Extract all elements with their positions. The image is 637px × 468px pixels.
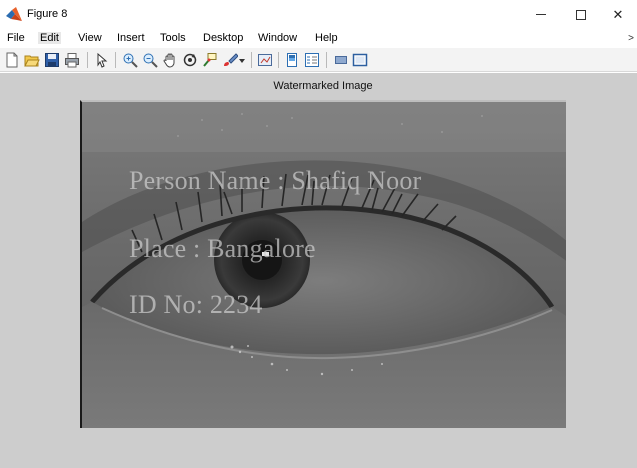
minimize-button[interactable] <box>521 0 561 29</box>
menu-bar: File Edit View Insert Tools Desktop Wind… <box>0 29 637 48</box>
close-button[interactable]: ✕ <box>598 0 637 29</box>
window-title: Figure 8 <box>27 8 68 20</box>
brush-icon[interactable] <box>222 52 238 68</box>
minimize-icon <box>536 14 546 15</box>
save-figure-icon[interactable] <box>44 52 60 68</box>
show-plot-tools-icon[interactable] <box>352 52 368 68</box>
watermarked-eye-image: Person Name : Shafiq Noor Place : Bangal… <box>80 100 566 428</box>
toolbar-separator <box>326 52 327 68</box>
zoom-in-icon[interactable] <box>122 52 138 68</box>
link-plot-icon[interactable] <box>257 52 273 68</box>
menu-edit[interactable]: Edit <box>38 32 61 44</box>
watermark-person-name: Person Name : Shafiq Noor <box>129 166 422 195</box>
rotate-3d-icon[interactable] <box>182 52 198 68</box>
brush-dropdown-icon[interactable] <box>238 52 246 68</box>
toolbar-separator <box>115 52 116 68</box>
data-cursor-icon[interactable] <box>202 52 218 68</box>
menu-desktop[interactable]: Desktop <box>203 32 243 44</box>
menu-view[interactable]: View <box>78 32 102 44</box>
maximize-icon <box>576 9 586 20</box>
toolbar-separator <box>251 52 252 68</box>
toolbar-separator <box>278 52 279 68</box>
print-figure-icon[interactable] <box>64 52 80 68</box>
insert-legend-icon[interactable] <box>304 52 320 68</box>
toolbar-separator <box>87 52 88 68</box>
pan-icon[interactable] <box>162 52 178 68</box>
menu-file[interactable]: File <box>7 32 25 44</box>
menu-help[interactable]: Help <box>315 32 338 44</box>
matlab-logo-icon <box>6 7 22 21</box>
hide-plot-tools-icon[interactable] <box>333 52 349 68</box>
edit-plot-icon[interactable] <box>94 52 110 68</box>
watermark-place: Place : Bangalore <box>129 234 316 263</box>
menu-tools[interactable]: Tools <box>160 32 186 44</box>
maximize-button[interactable] <box>561 0 601 29</box>
insert-colorbar-icon[interactable] <box>284 52 300 68</box>
open-file-icon[interactable] <box>24 52 40 68</box>
zoom-out-icon[interactable] <box>142 52 158 68</box>
eye-photo <box>82 102 566 428</box>
watermark-id-number: ID No: 2234 <box>129 290 263 319</box>
figure-toolbar <box>0 48 637 72</box>
menu-window[interactable]: Window <box>258 32 297 44</box>
new-figure-icon[interactable] <box>4 52 20 68</box>
menu-overflow-icon[interactable]: ˃ <box>628 33 634 44</box>
title-bar: Figure 8 ✕ <box>0 0 637 29</box>
menu-insert[interactable]: Insert <box>117 32 145 44</box>
plot-title: Watermarked Image <box>273 80 373 92</box>
close-icon: ✕ <box>612 6 624 22</box>
